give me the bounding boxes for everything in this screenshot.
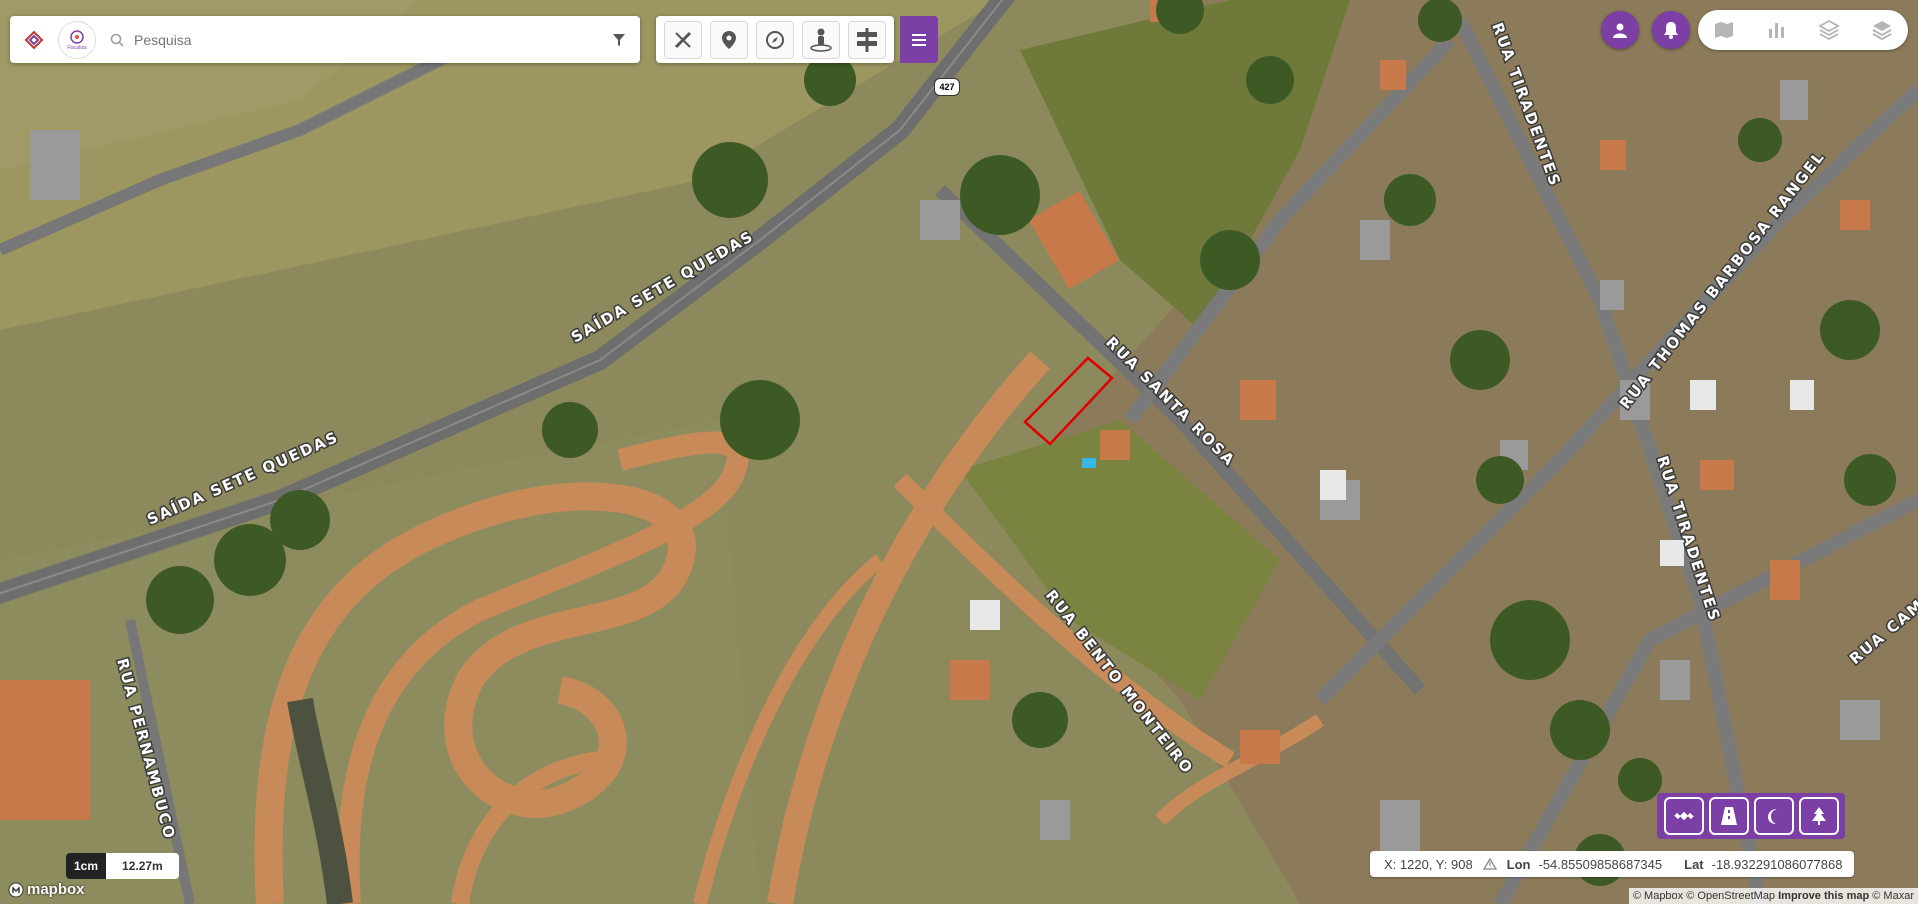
night-icon xyxy=(1767,809,1777,824)
lon-value: -54.85509858687345 xyxy=(1538,856,1663,872)
org-logo: Fiscaliza xyxy=(58,20,96,59)
signpost-tool-button[interactable] xyxy=(848,20,886,59)
street-view-icon xyxy=(810,28,832,52)
attribution-mapbox[interactable]: © Mapbox xyxy=(1633,890,1683,902)
user-icon xyxy=(1613,23,1627,38)
mapbox-logo-text: mapbox xyxy=(27,881,85,898)
route-shield: 427 xyxy=(934,78,960,96)
layers-filled-button[interactable] xyxy=(1866,14,1898,46)
night-style-button[interactable] xyxy=(1753,797,1794,835)
layers-outline-button[interactable] xyxy=(1813,14,1845,46)
chart-view-button[interactable] xyxy=(1761,14,1793,46)
scale-unit: 1cm xyxy=(66,853,107,879)
layers-outline-icon xyxy=(1818,19,1841,41)
bar-chart-icon xyxy=(1768,23,1784,38)
terrain-icon xyxy=(1811,807,1826,825)
map-toolbar xyxy=(656,16,894,63)
map-style-switcher xyxy=(1657,793,1845,839)
app-logo-icon[interactable] xyxy=(14,20,54,60)
map-imagery: SAÍDA SETE QUEDAS SAÍDA SETE QUEDAS RUA … xyxy=(0,0,1918,904)
attribution-maxar[interactable]: © Maxar xyxy=(1872,890,1914,902)
map-view-button[interactable] xyxy=(1708,14,1740,46)
signpost-icon xyxy=(857,27,877,52)
location-tool-button[interactable] xyxy=(710,20,748,59)
search-bar: Fiscaliza xyxy=(10,16,640,63)
street-view-button[interactable] xyxy=(802,20,840,59)
warning-icon xyxy=(1482,858,1497,870)
measure-tool-button[interactable] xyxy=(664,20,702,59)
attribution-improve[interactable]: Improve this map xyxy=(1778,890,1869,902)
satellite-map[interactable]: SAÍDA SETE QUEDAS SAÍDA SETE QUEDAS RUA … xyxy=(0,0,1918,904)
attribution-osm[interactable]: © OpenStreetMap xyxy=(1686,890,1775,902)
hamburger-icon xyxy=(912,33,926,46)
search-icon xyxy=(110,33,124,47)
compass-tool-button[interactable] xyxy=(756,20,794,59)
map-icon xyxy=(1715,22,1734,38)
mapbox-logo[interactable]: mapbox xyxy=(8,881,85,898)
user-button[interactable] xyxy=(1601,11,1639,49)
lat-label: Lat xyxy=(1684,856,1704,872)
satellite-style-button[interactable] xyxy=(1663,797,1704,835)
bell-icon xyxy=(1664,22,1678,39)
map-attribution: © Mapbox © OpenStreetMap Improve this ma… xyxy=(1628,888,1918,904)
scale-value: 12.27m xyxy=(106,853,179,879)
terrain-style-button[interactable] xyxy=(1798,797,1839,835)
coordinates-panel: X: 1220, Y: 908 Lon -54.85509858687345 L… xyxy=(1370,851,1854,877)
road-icon xyxy=(1720,807,1737,825)
filter-icon[interactable] xyxy=(612,33,626,47)
road-style-button[interactable] xyxy=(1708,797,1749,835)
layers-filled-icon xyxy=(1872,21,1892,41)
satellite-icon xyxy=(1673,811,1694,821)
location-pin-icon xyxy=(722,30,736,49)
scale-indicator: 1cm 12.27m xyxy=(66,852,179,880)
flower-icon xyxy=(70,29,84,44)
search-input[interactable] xyxy=(132,30,606,49)
menu-button[interactable] xyxy=(900,16,938,63)
lat-value: -18.932291086077868 xyxy=(1711,856,1843,872)
mapbox-logo-icon xyxy=(8,882,24,897)
layer-switcher xyxy=(1698,10,1908,50)
compass-icon xyxy=(766,30,784,49)
org-logo-label: Fiscaliza xyxy=(67,44,87,51)
ruler-pencil-icon xyxy=(674,31,692,48)
notifications-button[interactable] xyxy=(1652,11,1690,49)
lon-label: Lon xyxy=(1506,856,1531,872)
pixel-coordinates: X: 1220, Y: 908 xyxy=(1384,856,1473,872)
